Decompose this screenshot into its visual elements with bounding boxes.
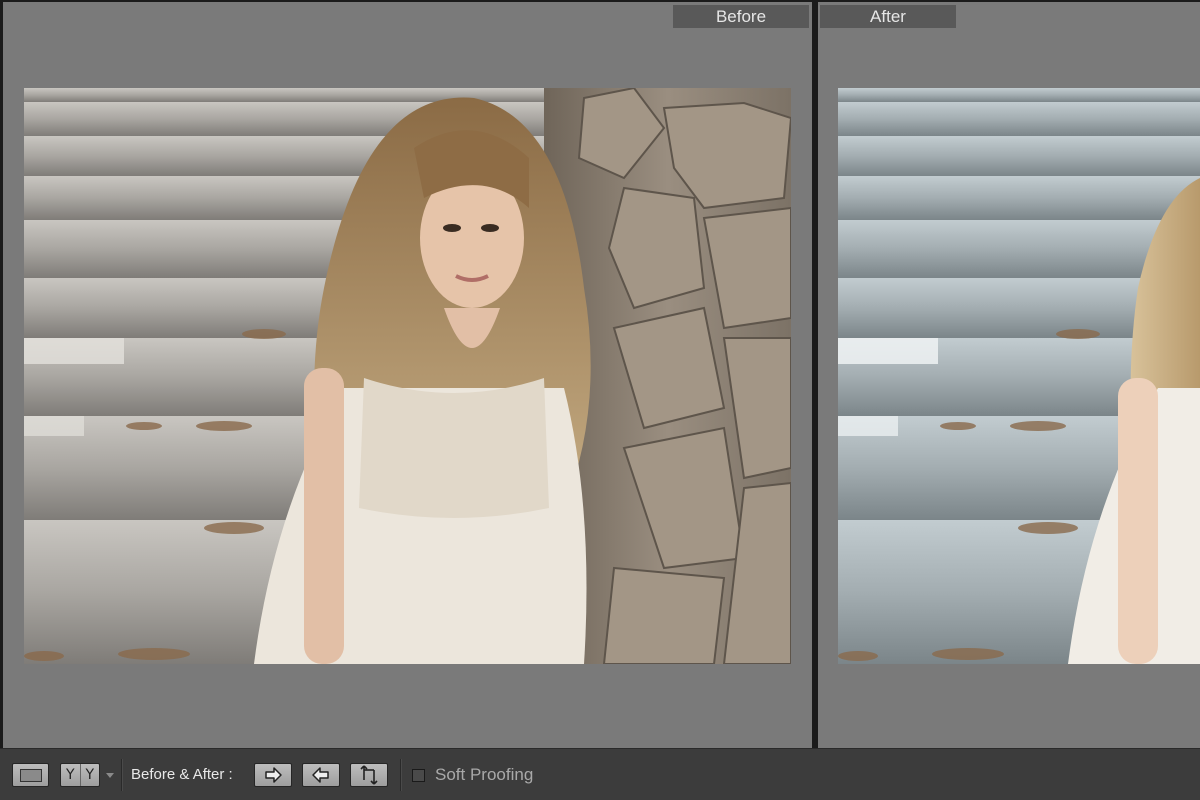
before-after-view-button[interactable]: Y Y — [60, 763, 100, 787]
after-pane[interactable]: After — [818, 2, 1200, 748]
copy-before-to-after-button[interactable] — [254, 763, 292, 787]
copy-after-to-before-button[interactable] — [302, 763, 340, 787]
portrait-photo-before — [24, 88, 791, 664]
single-view-icon — [19, 768, 42, 782]
yy-left-glyph: Y — [65, 767, 75, 783]
loupe-view-button[interactable] — [12, 763, 49, 787]
copy-left-arrow-icon — [312, 767, 329, 783]
swap-before-after-icon — [360, 765, 378, 785]
before-pane[interactable]: Before — [3, 2, 812, 748]
toolbar: Y Y Before & After : Soft Proofing — [0, 748, 1200, 800]
soft-proofing-checkbox[interactable] — [412, 769, 425, 782]
toolbar-divider — [400, 759, 401, 791]
before-label: Before — [673, 5, 809, 28]
view-mode-dropdown-caret-icon[interactable] — [106, 773, 114, 778]
soft-proofing-label[interactable]: Soft Proofing — [435, 764, 533, 786]
before-photo[interactable] — [24, 88, 791, 664]
yy-right-glyph: Y — [85, 767, 95, 783]
swap-before-after-button[interactable] — [350, 763, 388, 787]
lightroom-develop-view: Before After Y Y Before & After: Soft P… — [0, 0, 1200, 800]
after-photo[interactable] — [838, 88, 1200, 664]
toolbar-divider — [121, 759, 122, 791]
before-after-label: Before & After : — [131, 766, 233, 783]
portrait-photo-after — [838, 88, 1200, 664]
after-label: After — [820, 5, 956, 28]
copy-right-arrow-icon — [265, 767, 282, 783]
